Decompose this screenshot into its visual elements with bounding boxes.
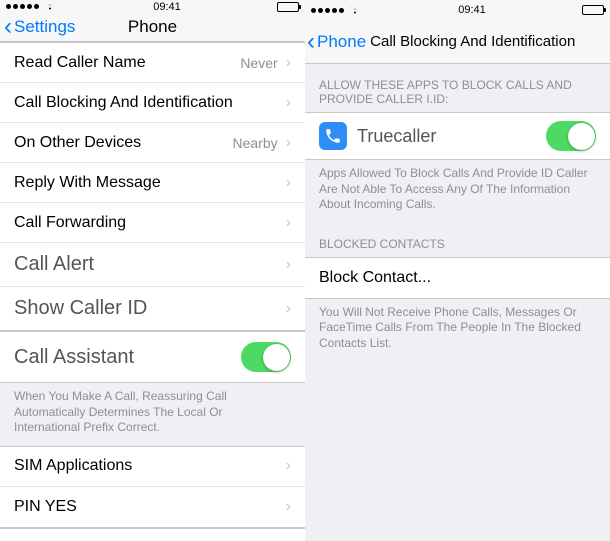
wifi-icon <box>348 4 362 17</box>
show-caller-id-row[interactable]: Show Caller ID › <box>0 287 305 330</box>
chevron-right-icon: › <box>286 214 291 232</box>
call-blocking-row[interactable]: Call Blocking And Identification › <box>0 83 305 123</box>
chevron-right-icon: › <box>286 498 291 516</box>
blocked-contacts-header: BLOCKED CONTACTS <box>305 223 610 257</box>
settings-group-2: Call Assistant <box>0 331 305 383</box>
chevron-right-icon: › <box>286 457 291 475</box>
chevron-right-icon: › <box>286 256 291 274</box>
row-label: Block Contact... <box>319 269 431 287</box>
status-bar: 09:41 <box>305 0 610 20</box>
status-time: 09:41 <box>458 4 486 16</box>
row-label: Read Caller Name <box>14 54 146 72</box>
battery-icon <box>277 2 299 12</box>
truecaller-icon <box>319 122 347 150</box>
truecaller-row[interactable]: Truecaller <box>305 112 610 160</box>
chevron-left-icon: ‹ <box>4 13 12 41</box>
battery-icon <box>582 5 604 15</box>
allow-apps-footer: Apps Allowed To Block Calls And Provide … <box>305 160 610 223</box>
truecaller-toggle[interactable] <box>546 121 596 151</box>
status-bar: 09:41 <box>0 0 305 13</box>
row-label: Reply With Message <box>14 174 161 192</box>
chevron-left-icon: ‹ <box>307 28 315 56</box>
chevron-right-icon: › <box>286 54 291 72</box>
call-assistant-footer: When You Make A Call, Reassuring Call Au… <box>0 383 305 446</box>
sim-applications-row[interactable]: SIM Applications › <box>0 447 305 487</box>
block-contact-row[interactable]: Block Contact... <box>305 258 610 298</box>
page-title: Call Blocking And Identification <box>370 33 575 50</box>
settings-group-3: SIM Applications › PIN YES › <box>0 446 305 528</box>
row-label: Call Blocking And Identification <box>14 94 233 112</box>
row-label: Call Alert <box>14 253 94 276</box>
back-label: Settings <box>14 17 75 37</box>
call-alert-row[interactable]: Call Alert › <box>0 243 305 287</box>
settings-group-4: TIM Services › <box>0 528 305 541</box>
left-screen: 09:41 ‹ Settings Phone Read Caller Name … <box>0 0 305 541</box>
signal-dots-icon <box>311 8 344 13</box>
read-caller-name-row[interactable]: Read Caller Name Never › <box>0 43 305 83</box>
nav-bar: ‹ Settings Phone <box>0 13 305 42</box>
tim-services-row[interactable]: TIM Services › <box>0 529 305 541</box>
back-label: Phone <box>317 32 366 52</box>
back-button[interactable]: ‹ Settings <box>0 13 75 41</box>
settings-group-1: Read Caller Name Never › Call Blocking An… <box>0 42 305 331</box>
row-value: Never <box>240 55 277 71</box>
chevron-right-icon: › <box>286 134 291 152</box>
app-name: Truecaller <box>357 126 546 147</box>
reply-with-message-row[interactable]: Reply With Message › <box>0 163 305 203</box>
status-time: 09:41 <box>153 1 181 13</box>
blocked-footer: You Will Not Receive Phone Calls, Messag… <box>305 299 610 362</box>
nav-bar: ‹ Phone Call Blocking And Identification <box>305 20 610 64</box>
call-assistant-toggle[interactable] <box>241 342 291 372</box>
blocked-group: Block Contact... <box>305 257 610 299</box>
row-value: Nearby <box>233 135 278 151</box>
wifi-icon <box>43 0 57 13</box>
back-button[interactable]: ‹ Phone <box>305 28 366 56</box>
chevron-right-icon: › <box>286 300 291 318</box>
signal-dots-icon <box>6 4 39 9</box>
call-forwarding-row[interactable]: Call Forwarding › <box>0 203 305 243</box>
chevron-right-icon: › <box>286 174 291 192</box>
page-title: Phone <box>128 17 177 37</box>
row-label: On Other Devices <box>14 134 141 152</box>
row-label: Call Forwarding <box>14 214 126 232</box>
row-label: Call Assistant <box>14 346 134 369</box>
right-screen: 09:41 ‹ Phone Call Blocking And Identifi… <box>305 0 610 541</box>
row-label: PIN YES <box>14 498 77 516</box>
row-label: SIM Applications <box>14 457 132 475</box>
other-devices-row[interactable]: On Other Devices Nearby › <box>0 123 305 163</box>
pin-yes-row[interactable]: PIN YES › <box>0 487 305 527</box>
chevron-right-icon: › <box>286 94 291 112</box>
call-assistant-row[interactable]: Call Assistant <box>0 332 305 382</box>
allow-apps-header: ALLOW THESE APPS TO BLOCK CALLS AND PROV… <box>305 64 610 112</box>
row-label: Show Caller ID <box>14 297 147 320</box>
